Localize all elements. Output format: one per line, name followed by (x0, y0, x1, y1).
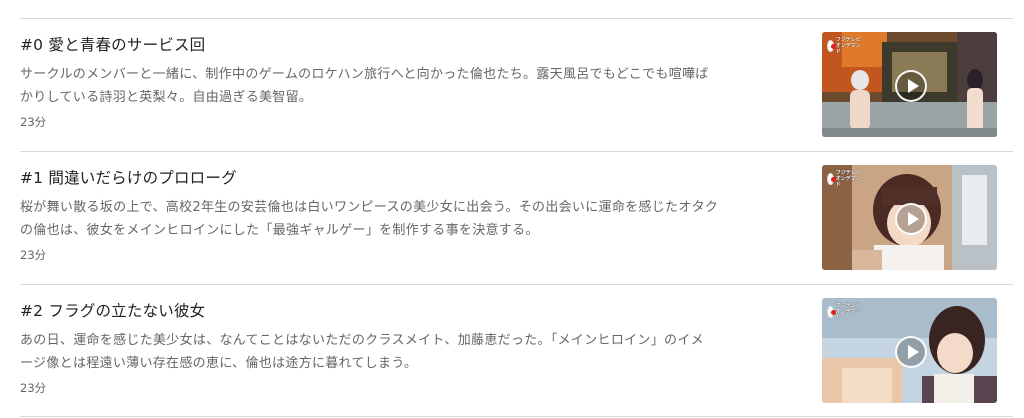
divider (20, 416, 1013, 417)
episode-duration: 23分 (20, 115, 47, 129)
episode-description-line: の倫也は、彼女をメインヒロインにした「最強ギャルゲー」を制作する事を決意する。 (20, 223, 539, 238)
fuji-tv-logo-icon (827, 172, 836, 185)
broadcaster-logo-text: フジテレビ オンデマンド (835, 302, 861, 321)
broadcaster-logo-text: フジテレビ オンデマンド (835, 169, 861, 188)
episode-title[interactable]: #2 フラグの立たない彼女 (20, 299, 205, 321)
episode-description: あの日、運命を感じた美少女は、なんてことはないただのクラスメイト、加藤恵だった。… (20, 329, 800, 375)
episode-thumbnail[interactable]: フジテレビ オンデマンド (822, 32, 997, 137)
fuji-tv-logo-icon (827, 39, 836, 52)
episode-title[interactable]: #1 間違いだらけのプロローグ (20, 166, 237, 188)
broadcaster-logo: フジテレビ オンデマンド (827, 36, 863, 55)
fuji-tv-logo-icon (827, 305, 836, 318)
episode-thumbnail[interactable]: フジテレビ オンデマンド (822, 298, 997, 403)
episode-item-2[interactable]: #2 フラグの立たない彼女 あの日、運命を感じた美少女は、なんてことはないただの… (20, 285, 1013, 417)
episode-duration: 23分 (20, 248, 47, 262)
play-icon[interactable] (895, 70, 927, 102)
episode-description-line: あの日、運命を感じた美少女は、なんてことはないただのクラスメイト、加藤恵だった。… (20, 333, 704, 348)
episode-description-line: かりしている詩羽と英梨々。自由過ぎる美智留。 (20, 90, 313, 105)
episode-description: サークルのメンバーと一緒に、制作中のゲームのロケハン旅行へと向かった倫也たち。露… (20, 63, 800, 109)
episode-title[interactable]: #0 愛と青春のサービス回 (20, 33, 205, 55)
episode-duration: 23分 (20, 381, 47, 395)
broadcaster-logo: フジテレビ オンデマンド (827, 302, 863, 321)
episode-list: #0 愛と青春のサービス回 サークルのメンバーと一緒に、制作中のゲームのロケハン… (0, 0, 1024, 418)
episode-item-1[interactable]: #1 間違いだらけのプロローグ 桜が舞い散る坂の上で、高校2年生の安芸倫也は白い… (20, 152, 1013, 284)
episode-thumbnail[interactable]: フジテレビ オンデマンド (822, 165, 997, 270)
episode-description-line: 桜が舞い散る坂の上で、高校2年生の安芸倫也は白いワンピースの美少女に出会う。その… (20, 200, 719, 215)
episode-description: 桜が舞い散る坂の上で、高校2年生の安芸倫也は白いワンピースの美少女に出会う。その… (20, 196, 800, 242)
broadcaster-logo-text: フジテレビ オンデマンド (835, 36, 861, 55)
episode-item-0[interactable]: #0 愛と青春のサービス回 サークルのメンバーと一緒に、制作中のゲームのロケハン… (20, 19, 1013, 151)
play-icon[interactable] (895, 203, 927, 235)
broadcaster-logo: フジテレビ オンデマンド (827, 169, 863, 188)
episode-description-line: ージ像とは程遠い薄い存在感の恵に、倫也は途方に暮れてしまう。 (20, 356, 418, 371)
play-icon[interactable] (895, 336, 927, 368)
episode-description-line: サークルのメンバーと一緒に、制作中のゲームのロケハン旅行へと向かった倫也たち。露… (20, 67, 709, 82)
